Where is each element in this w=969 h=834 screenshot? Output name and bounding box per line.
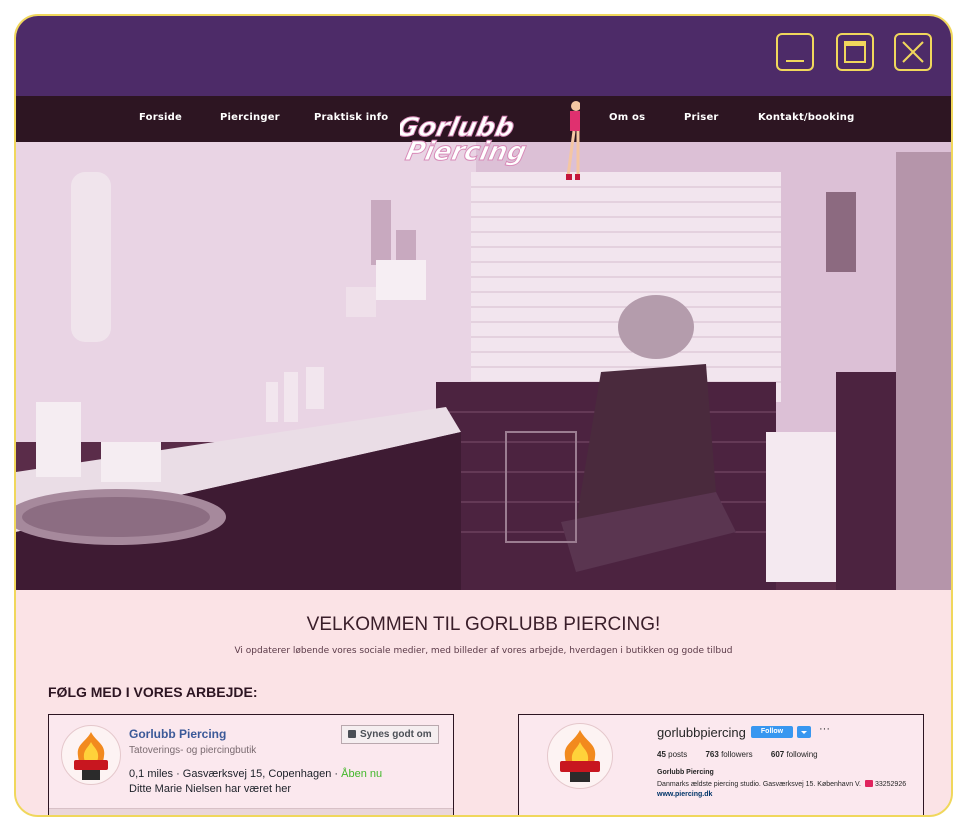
nav-item-priser[interactable]: Priser [684,112,719,123]
nav-item-praktisk-info[interactable]: Praktisk info [314,112,388,123]
browser-window: Forside Piercinger Praktisk info Om os P… [14,14,953,817]
instagram-bio: Danmarks ældste piercing studio. Gasværk… [657,780,906,788]
instagram-display-name: Gorlubb Piercing [657,769,714,776]
instagram-widget[interactable]: gorlubbpiercing Follow ··· 45 posts 763 … [518,714,924,815]
nav-item-kontakt-booking[interactable]: Kontakt/booking [758,112,854,123]
instagram-following-label: following [784,750,818,759]
instagram-bio-text: Danmarks ældste piercing studio. Gasværk… [657,781,862,788]
instagram-username[interactable]: gorlubbpiercing [657,725,746,740]
instagram-follow-button[interactable]: Follow [751,726,793,738]
phone-icon [864,780,873,787]
instagram-following[interactable]: 607 following [771,750,818,759]
facebook-address: 0,1 miles · Gasværksvej 15, Copenhagen ·… [129,768,382,780]
title-bar [16,16,951,96]
facebook-footer [49,808,453,815]
nav-item-forside[interactable]: Forside [139,112,182,123]
facebook-like-button[interactable]: Synes godt om [341,725,439,744]
instagram-more-icon[interactable]: ··· [819,723,830,735]
instagram-avatar[interactable] [547,723,613,789]
facebook-avatar[interactable] [61,725,121,785]
nav-item-piercinger[interactable]: Piercinger [220,112,280,123]
thumbs-up-icon [348,730,356,738]
facebook-visited-note: Ditte Marie Nielsen har været her [129,783,292,795]
facebook-open-status: Åben nu [341,768,383,780]
follow-heading: FØLG MED I VORES ARBEJDE: [48,684,258,700]
hero-image [16,142,951,590]
instagram-posts-label: posts [665,750,688,759]
welcome-subtitle: Vi opdaterer løbende vores sociale medie… [234,646,733,656]
minimize-icon[interactable] [776,33,814,71]
instagram-stats: 45 posts 763 followers 607 following [657,750,834,759]
instagram-posts: 45 posts [657,750,687,759]
welcome-heading: VELKOMMEN TIL GORLUBB PIERCING! [306,614,661,635]
instagram-followers-label: followers [718,750,753,759]
facebook-category: Tatoverings- og piercingbutik [129,745,257,756]
main-content: VELKOMMEN TIL GORLUBB PIERCING! Vi opdat… [16,590,951,815]
instagram-following-count: 607 [770,750,785,759]
instagram-posts-count: 45 [657,750,666,759]
facebook-widget[interactable]: Gorlubb Piercing Tatoverings- og piercin… [48,714,454,815]
logo-text-bottom: Piercing [403,137,529,167]
instagram-website-link[interactable]: www.piercing.dk [657,791,712,798]
facebook-like-label: Synes godt om [360,729,432,740]
close-icon[interactable] [894,33,932,71]
instagram-suggestions-button[interactable] [797,726,811,738]
site-logo[interactable]: Gorlubb Piercing [394,96,581,188]
instagram-followers[interactable]: 763 followers [705,750,752,759]
nav-item-om-os[interactable]: Om os [609,112,645,123]
maximize-icon[interactable] [836,33,874,71]
instagram-phone: 33252926 [874,781,907,788]
instagram-followers-count: 763 [705,750,719,759]
facebook-address-text: 0,1 miles · Gasværksvej 15, Copenhagen · [129,768,342,780]
facebook-page-name[interactable]: Gorlubb Piercing [129,727,226,741]
